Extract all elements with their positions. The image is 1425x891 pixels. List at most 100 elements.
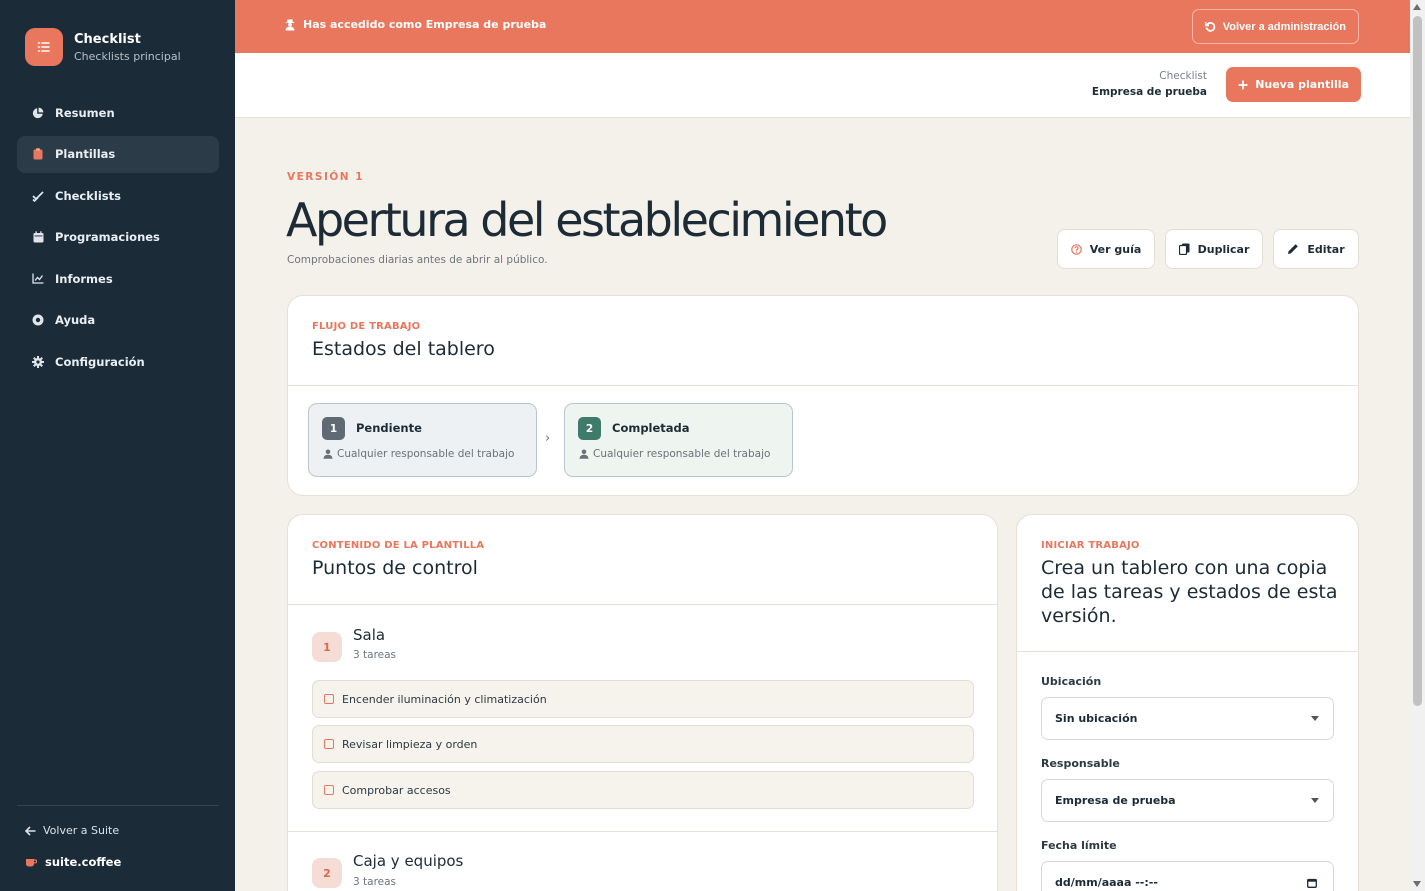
sidebar-item-label: Checklists <box>55 188 121 203</box>
workflow-divider <box>288 385 1358 386</box>
sidebar-item-checklists[interactable]: Checklists <box>17 177 219 214</box>
pie-chart-icon <box>31 106 45 120</box>
checkbox-icon[interactable] <box>324 739 334 749</box>
state-name: Pendiente <box>356 421 422 435</box>
sidebar-item-resumen[interactable]: Resumen <box>17 94 219 131</box>
new-template-button[interactable]: Nueva plantilla <box>1226 67 1361 102</box>
workflow-eyebrow: FLUJO DE TRABAJO <box>312 321 421 332</box>
header-app-label: Checklist <box>1159 70 1207 82</box>
back-to-admin-button[interactable]: Volver a administración <box>1191 9 1359 44</box>
duplicate-label: Duplicar <box>1197 242 1250 256</box>
user-secret-icon <box>285 19 295 31</box>
section-name: Caja y equipos <box>353 852 464 870</box>
checkbox-icon[interactable] <box>324 694 334 704</box>
edit-label: Editar <box>1307 242 1345 256</box>
start-title: Crea un tablero con una copia de las tar… <box>1041 557 1338 627</box>
scroll-up-arrow-icon[interactable] <box>1413 4 1421 10</box>
calendar-picker-icon[interactable] <box>1307 878 1317 888</box>
state-name: Completada <box>612 421 690 435</box>
sidebar-item-label: Plantillas <box>55 147 116 162</box>
edit-button[interactable]: Editar <box>1273 229 1359 269</box>
user-icon <box>579 449 589 459</box>
location-select[interactable]: Sin ubicación <box>1041 697 1334 740</box>
sidebar-item-programaciones[interactable]: Programaciones <box>17 219 219 256</box>
sidebar-item-informes[interactable]: Informes <box>17 260 219 297</box>
page-scrollbar[interactable] <box>1410 0 1425 891</box>
back-to-suite-label: Volver a Suite <box>43 824 120 837</box>
content-divider <box>288 604 997 605</box>
help-circle-icon <box>31 313 45 327</box>
state-responsible: Cualquier responsable del trabajo <box>593 448 771 460</box>
top-header: Checklist Empresa de prueba Nueva planti… <box>235 53 1410 118</box>
start-divider <box>1017 651 1358 652</box>
plus-icon <box>1238 80 1248 90</box>
due-date-input[interactable]: dd/mm/aaaa --:-- <box>1041 861 1334 891</box>
state-number: 2 <box>578 417 601 440</box>
scroll-down-arrow-icon[interactable] <box>1413 881 1421 887</box>
due-date-placeholder: dd/mm/aaaa --:-- <box>1055 876 1158 889</box>
gear-icon <box>31 355 45 369</box>
chevron-right-icon: › <box>545 431 551 446</box>
sidebar-item-ayuda[interactable]: Ayuda <box>17 302 219 339</box>
version-label: VERSIÓN 1 <box>287 171 365 183</box>
task-label: Encender iluminación y climatización <box>342 692 547 706</box>
template-content-card: CONTENIDO DE LA PLANTILLA Puntos de cont… <box>287 514 998 891</box>
sidebar-item-label: Informes <box>55 271 113 286</box>
task-label: Revisar limpieza y orden <box>342 737 478 751</box>
question-circle-icon <box>1070 243 1082 255</box>
sidebar: Checklist Checklists principal Resumen P… <box>0 0 235 891</box>
state-number: 1 <box>322 417 345 440</box>
sidebar-nav: Resumen Plantillas Checklists Programaci… <box>17 94 219 385</box>
task-item[interactable]: Revisar limpieza y orden <box>312 725 974 763</box>
checkbox-icon[interactable] <box>324 785 334 795</box>
sidebar-item-configuracion[interactable]: Configuración <box>17 344 219 381</box>
scrollbar-thumb[interactable] <box>1413 16 1422 706</box>
undo-icon <box>1204 21 1216 32</box>
start-eyebrow: INICIAR TRABAJO <box>1041 540 1140 551</box>
back-to-admin-label: Volver a administración <box>1222 20 1346 33</box>
sidebar-item-plantillas[interactable]: Plantillas <box>17 135 219 173</box>
sidebar-item-label: Resumen <box>55 105 115 120</box>
section-count: 3 tareas <box>353 649 397 661</box>
responsible-select[interactable]: Empresa de prueba <box>1041 779 1334 822</box>
sidebar-item-label: Configuración <box>55 355 145 370</box>
header-company: Empresa de prueba <box>1091 86 1207 98</box>
view-guide-button[interactable]: Ver guía <box>1057 229 1155 269</box>
brand[interactable]: Checklist Checklists principal <box>25 28 181 66</box>
copy-icon <box>1178 243 1190 255</box>
sidebar-item-label: Programaciones <box>55 230 160 245</box>
checklist-logo-icon <box>25 28 63 66</box>
task-label: Comprobar accesos <box>342 783 451 797</box>
double-check-icon <box>31 189 45 203</box>
page-title: Apertura del establecimiento <box>286 193 888 247</box>
suite-brand-label: suite.coffee <box>45 855 122 869</box>
workflow-title: Estados del tablero <box>312 338 495 360</box>
caret-down-icon <box>1311 798 1319 803</box>
responsible-value: Empresa de prueba <box>1055 794 1176 807</box>
calendar-icon <box>31 230 45 244</box>
task-item[interactable]: Comprobar accesos <box>312 771 974 809</box>
location-label: Ubicación <box>1041 675 1102 688</box>
clipboard-icon <box>31 147 45 161</box>
task-item[interactable]: Encender iluminación y climatización <box>312 680 974 718</box>
due-date-label: Fecha límite <box>1041 839 1117 852</box>
header-context: Checklist Empresa de prueba <box>1092 68 1207 101</box>
duplicate-button[interactable]: Duplicar <box>1165 229 1263 269</box>
user-icon <box>323 449 333 459</box>
state-responsible: Cualquier responsable del trabajo <box>337 448 515 460</box>
banner-text: Has accedido como Empresa de prueba <box>303 18 547 31</box>
section-divider <box>288 831 997 832</box>
brand-title: Checklist <box>74 31 141 47</box>
location-value: Sin ubicación <box>1055 712 1138 725</box>
view-guide-label: Ver guía <box>1089 242 1142 256</box>
workflow-state-pendiente[interactable]: 1 Pendiente Cualquier responsable del tr… <box>308 403 537 477</box>
line-chart-icon <box>31 272 45 286</box>
brand-subtitle: Checklists principal <box>74 49 181 63</box>
suite-brand[interactable]: suite.coffee <box>25 855 121 869</box>
arrow-left-icon <box>25 825 36 836</box>
back-to-suite-link[interactable]: Volver a Suite <box>25 824 119 837</box>
workflow-state-completada[interactable]: 2 Completada Cualquier responsable del t… <box>564 403 793 477</box>
responsible-label: Responsable <box>1041 757 1120 770</box>
impersonation-banner: Has accedido como Empresa de prueba Volv… <box>235 0 1410 53</box>
content-eyebrow: CONTENIDO DE LA PLANTILLA <box>312 540 485 551</box>
